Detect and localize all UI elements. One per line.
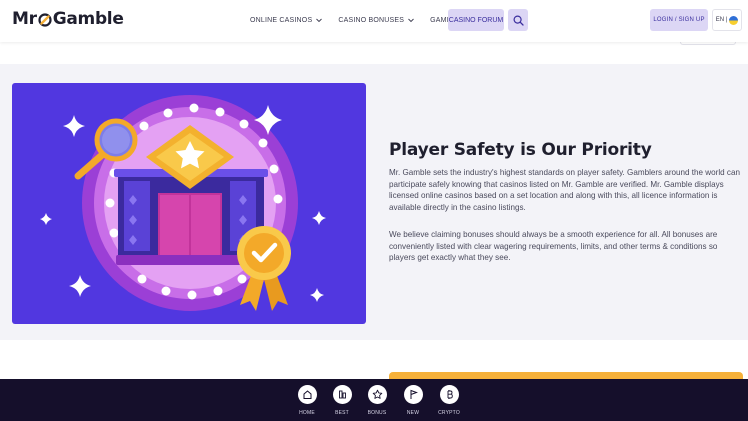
language-selector[interactable]: EN | (712, 9, 742, 31)
casino-illustration (40, 95, 326, 311)
bitcoin-icon (439, 385, 459, 404)
search-button[interactable] (508, 9, 528, 31)
flag-icon (403, 385, 423, 404)
bottom-navigation: HOME BEST BONUS NEW CRYPTO (0, 379, 748, 421)
bottom-nav-crypto[interactable]: CRYPTO (431, 385, 467, 416)
nav-label: ONLINE CASINOS (250, 16, 313, 24)
bottom-nav-home[interactable]: HOME (289, 385, 325, 416)
section-paragraph-safety: Mr. Gamble sets the industry's highest s… (389, 168, 740, 212)
bottom-nav-new[interactable]: NEW (395, 385, 431, 416)
casino-forum-button[interactable]: CASINO FORUM (448, 9, 504, 31)
player-safety-illustration (12, 83, 366, 324)
nav-casino-bonuses[interactable]: CASINO BONUSES (338, 16, 415, 24)
login-signup-button[interactable]: LOGIN / SIGN UP (650, 9, 708, 31)
star-icon (367, 385, 387, 404)
site-header: Mr Gamble ONLINE CASINOS CASINO BONUSES … (0, 0, 748, 42)
language-label: EN | (715, 17, 728, 23)
bottom-nav-best[interactable]: BEST (324, 385, 360, 416)
bottom-nav-bonus[interactable]: BONUS (359, 385, 395, 416)
bottom-nav-label: BONUS (367, 410, 387, 416)
logo-text-right: Gamble (52, 9, 124, 29)
bottom-nav-label: BEST (335, 410, 349, 416)
nav-label: CASINO BONUSES (338, 16, 405, 24)
bottom-nav-label: HOME (299, 410, 315, 416)
search-icon (512, 14, 524, 26)
logo-mark-icon (38, 13, 52, 27)
ukraine-flag-icon (729, 15, 739, 25)
section-paragraph-bonuses: We believe claiming bonuses should alway… (389, 230, 718, 262)
chevron-down-icon (408, 18, 414, 23)
chevron-down-icon (316, 18, 323, 23)
logo-text-left: Mr (12, 9, 37, 29)
bottom-nav-label: CRYPTO (438, 410, 460, 416)
home-icon (297, 385, 317, 404)
site-logo[interactable]: Mr Gamble (12, 9, 124, 29)
best-icon (332, 385, 352, 404)
nav-online-casinos[interactable]: ONLINE CASINOS (250, 16, 323, 24)
section-title: Player Safety is Our Priority (389, 140, 652, 160)
bottom-nav-label: NEW (406, 410, 420, 416)
strip-tab-edge (680, 42, 736, 45)
top-content-strip (0, 42, 748, 64)
